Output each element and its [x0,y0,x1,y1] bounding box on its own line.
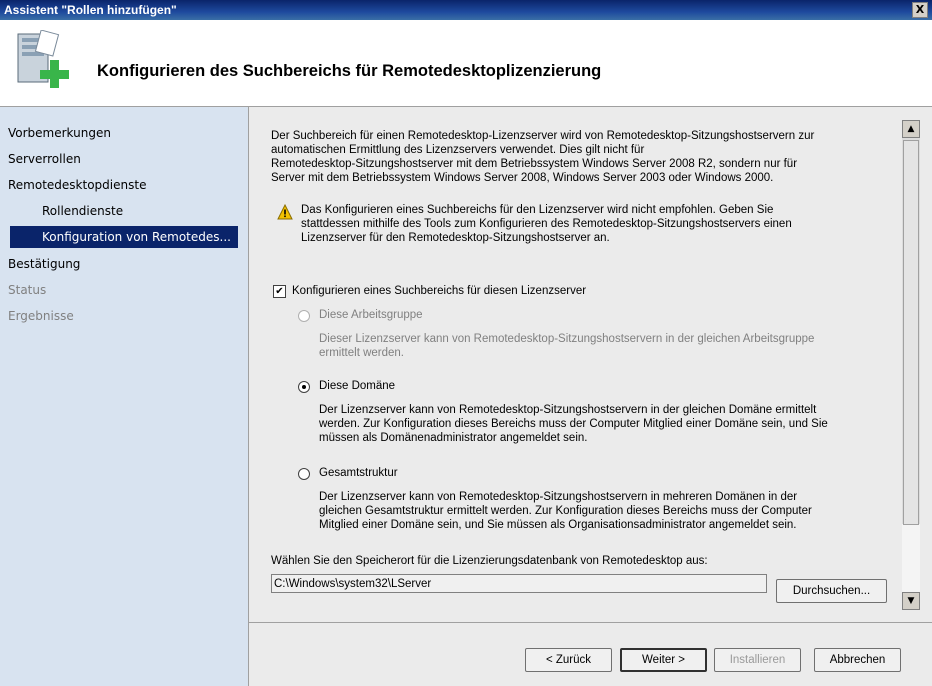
browse-button[interactable]: Durchsuchen... [776,579,887,603]
nav-step-bestaetigung[interactable]: Bestätigung [8,253,80,275]
nav-step-ergebnisse: Ergebnisse [8,309,74,323]
scroll-down-icon[interactable]: ▼ [902,592,920,610]
scroll-up-icon[interactable]: ▲ [902,120,920,138]
wizard-header: Konfigurieren des Suchbereichs für Remot… [0,20,932,107]
domaene-desc-1: Der Lizenzserver kann von Remotedesktop-… [319,404,817,416]
intro-line-3: Remotedesktop-Sitzungshostserver mit dem… [271,158,798,170]
cancel-button[interactable]: Abbrechen [814,648,901,672]
configure-scope-label[interactable]: Konfigurieren eines Suchbereichs für die… [292,284,586,298]
gesamtstruktur-desc-2: gleichen Gesamtstruktur ermittelt werden… [319,505,812,517]
radio-domaene[interactable] [298,381,310,393]
scroll-thumb[interactable] [903,140,919,525]
close-icon[interactable]: X [912,2,928,18]
nav-step-status: Status [8,283,47,297]
page-title: Konfigurieren des Suchbereichs für Remot… [97,62,602,80]
warning-line-1: Das Konfigurieren eines Suchbereichs für… [301,204,774,216]
title-bar: Assistent "Rollen hinzufügen" X [0,0,932,20]
vertical-scrollbar[interactable]: ▲ ▼ [902,120,920,610]
db-path-field[interactable]: C:\Windows\system32\LServer [271,574,767,593]
wizard-steps-nav: Vorbemerkungen Serverrollen Remotedeskto… [0,107,249,686]
intro-line-1: Der Suchbereich für einen Remotedesktop-… [271,130,815,142]
radio-gesamtstruktur-label[interactable]: Gesamtstruktur [319,466,398,480]
next-button[interactable]: Weiter > [620,648,707,672]
radio-domaene-label[interactable]: Diese Domäne [319,379,395,393]
nav-step-remotedesktopdienste[interactable]: Remotedesktopdienste [8,174,146,196]
server-add-role-icon [17,30,69,88]
radio-gesamtstruktur[interactable] [298,468,310,480]
warning-line-3: Lizenzserver für den Remotedesktop-Sitzu… [301,232,610,244]
arbeitsgruppe-desc-2: ermittelt werden. [319,347,405,359]
gesamtstruktur-desc-3: Mitglied einer Domäne sein, und Sie müss… [319,519,797,531]
nav-step-vorbemerkungen[interactable]: Vorbemerkungen [8,122,111,144]
install-button: Installieren [714,648,801,672]
db-location-label: Wählen Sie den Speicherort für die Lizen… [271,555,708,567]
footer-divider [249,622,932,623]
nav-step-konfiguration[interactable]: Konfiguration von Remotedes... [10,226,238,248]
warning-line-2: stattdessen mithilfe des Tools zum Konfi… [301,218,792,230]
scroll-panel: Der Suchbereich für einen Remotedesktop-… [249,107,932,620]
nav-step-rollendienste[interactable]: Rollendienste [42,200,123,222]
configure-scope-checkbox[interactable]: ✔ [273,285,286,298]
back-button[interactable]: < Zurück [525,648,612,672]
domaene-desc-2: werden. Zur Konfiguration dieses Bereich… [319,418,828,430]
warning-icon [277,204,293,220]
intro-line-2: automatischen Ermittlung des Lizenzserve… [271,144,645,156]
intro-line-4: Server mit dem Betriebssystem Windows Se… [271,172,774,184]
radio-arbeitsgruppe [298,310,310,322]
arbeitsgruppe-desc-1: Dieser Lizenzserver kann von Remotedeskt… [319,333,815,345]
wizard-content: Der Suchbereich für einen Remotedesktop-… [249,107,932,686]
radio-arbeitsgruppe-label: Diese Arbeitsgruppe [319,309,423,321]
nav-step-serverrollen[interactable]: Serverrollen [8,148,81,170]
window-title: Assistent "Rollen hinzufügen" [4,3,177,17]
gesamtstruktur-desc-1: Der Lizenzserver kann von Remotedesktop-… [319,491,798,503]
domaene-desc-3: müssen als Domänenadministrator angemeld… [319,432,588,444]
